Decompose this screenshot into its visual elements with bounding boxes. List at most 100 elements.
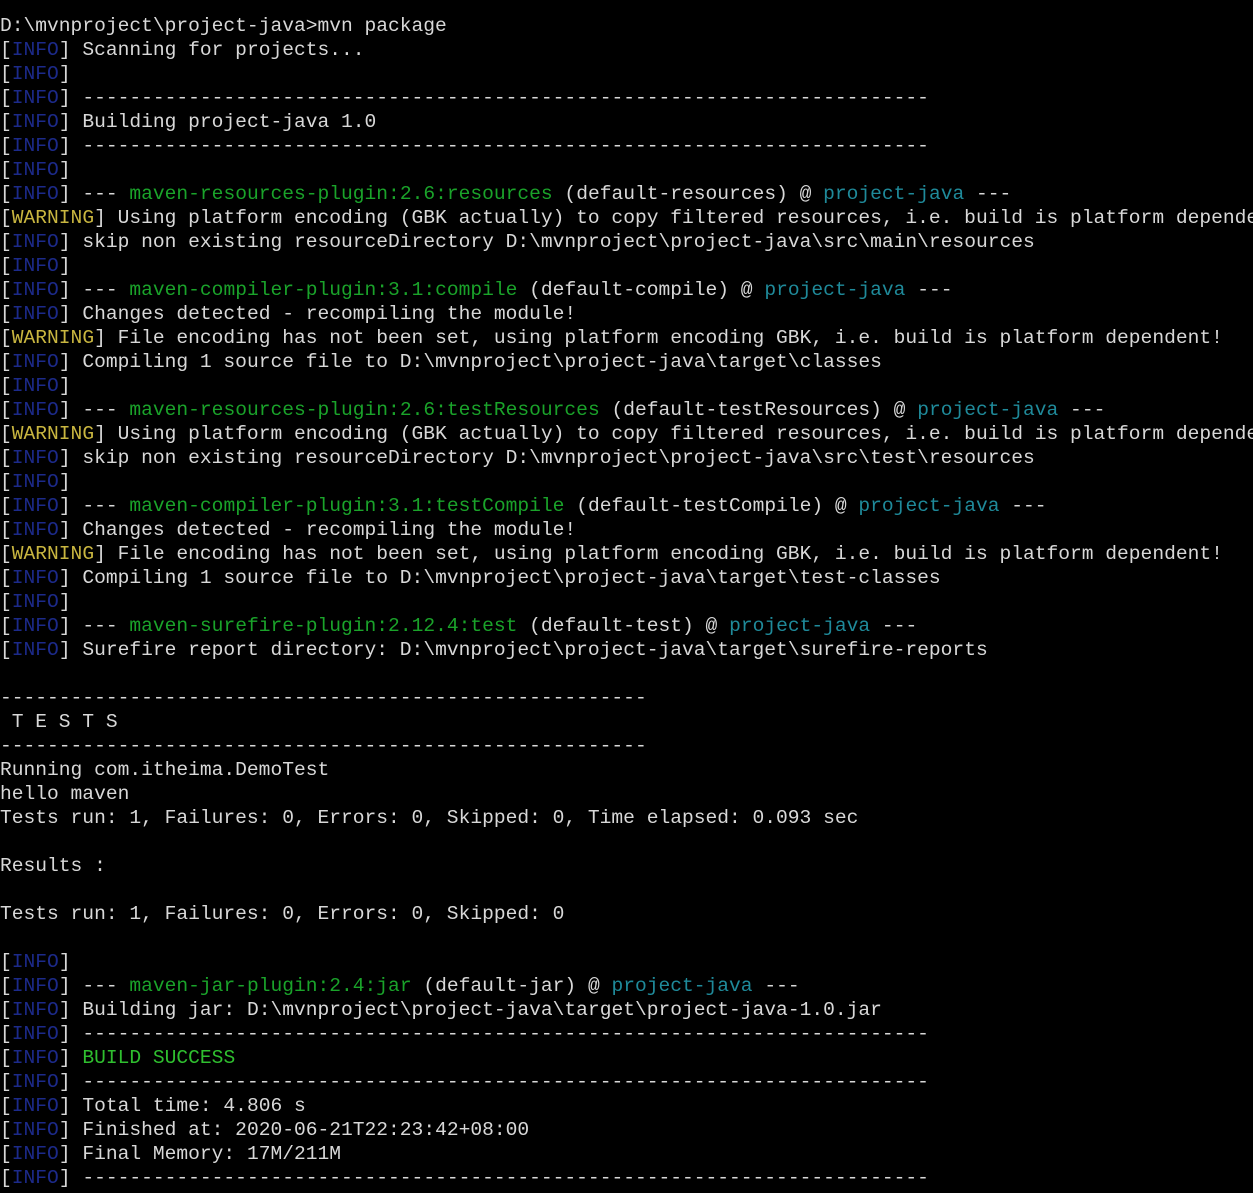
line-text: [ (0, 615, 12, 637)
line-text: [ (0, 159, 12, 181)
line-text: --- (1058, 399, 1106, 421)
line-text: ----------------------------------------… (0, 687, 647, 709)
terminal-line: [INFO] ---------------------------------… (0, 134, 1253, 158)
line-text: [ (0, 951, 12, 973)
line-text: ] (58, 255, 71, 277)
log-level-info: INFO (11, 447, 59, 469)
terminal-line: [INFO] --- maven-compiler-plugin:3.1:com… (0, 278, 1253, 302)
line-text: ] --------------------------------------… (58, 1023, 929, 1045)
terminal-line: [INFO] Finished at: 2020-06-21T22:23:42+… (0, 1118, 1253, 1142)
line-text: (default-resources) @ (552, 183, 824, 205)
plugin-name: maven-surefire-plugin:2.12.4:test (129, 615, 518, 637)
line-text: ] Building project-java 1.0 (58, 111, 377, 133)
terminal-line: [INFO] (0, 158, 1253, 182)
line-text: ] (58, 951, 71, 973)
terminal-output[interactable]: D:\mvnproject\project-java>mvn package [I… (0, 0, 1253, 1193)
log-level-info: INFO (11, 1143, 59, 1165)
log-level-warning: WARNING (11, 327, 95, 349)
log-level-info: INFO (11, 1119, 59, 1141)
plugin-name: maven-compiler-plugin:3.1:compile (129, 279, 518, 301)
log-level-info: INFO (11, 279, 59, 301)
terminal-line: [INFO] ---------------------------------… (0, 1166, 1253, 1190)
line-text: [ (0, 975, 12, 997)
line-text: ] --- (58, 495, 130, 517)
line-text: ] Scanning for projects... (58, 39, 365, 61)
line-text: ] Compiling 1 source file to D:\mvnproje… (58, 567, 941, 589)
terminal-line: ----------------------------------------… (0, 686, 1253, 710)
line-text: ] Building jar: D:\mvnproject\project-ja… (58, 999, 882, 1021)
line-text: [ (0, 135, 12, 157)
line-text: [ (0, 495, 12, 517)
line-text: ] Compiling 1 source file to D:\mvnproje… (58, 351, 882, 373)
log-level-info: INFO (11, 639, 59, 661)
terminal-line: [INFO] Building jar: D:\mvnproject\proje… (0, 998, 1253, 1022)
terminal-line: Running com.itheima.DemoTest (0, 758, 1253, 782)
terminal-line: [WARNING] File encoding has not been set… (0, 326, 1253, 350)
line-text: (default-jar) @ (411, 975, 612, 997)
terminal-line: D:\mvnproject\project-java>mvn package (0, 14, 1253, 38)
line-text: ] Final Memory: 17M/211M (58, 1143, 342, 1165)
terminal-line: [INFO] Compiling 1 source file to D:\mvn… (0, 350, 1253, 374)
terminal-line: [INFO] ---------------------------------… (0, 1022, 1253, 1046)
log-level-info: INFO (11, 255, 59, 277)
log-level-warning: WARNING (11, 423, 95, 445)
log-level-info: INFO (11, 159, 59, 181)
line-text: [ (0, 351, 12, 373)
log-level-info: INFO (11, 951, 59, 973)
plugin-name: maven-jar-plugin:2.4:jar (129, 975, 412, 997)
line-text: ] --------------------------------------… (58, 1167, 929, 1189)
line-text: ] --- (58, 183, 130, 205)
project-name: project-java (611, 975, 753, 997)
log-level-info: INFO (11, 999, 59, 1021)
line-text: ] Using platform encoding (GBK actually)… (94, 207, 1253, 229)
line-text: [ (0, 447, 12, 469)
log-level-info: INFO (11, 303, 59, 325)
terminal-line: ----------------------------------------… (0, 734, 1253, 758)
line-text: --- (905, 279, 953, 301)
terminal-line: [INFO] Final Memory: 17M/211M (0, 1142, 1253, 1166)
line-text: [ (0, 327, 12, 349)
line-text: (default-testCompile) @ (564, 495, 859, 517)
line-text: (default-compile) @ (517, 279, 765, 301)
line-text: [ (0, 471, 12, 493)
terminal-line: [INFO] (0, 374, 1253, 398)
line-text: [ (0, 1167, 12, 1189)
log-level-info: INFO (11, 111, 59, 133)
terminal-line: [INFO] (0, 62, 1253, 86)
project-name: project-java (729, 615, 871, 637)
terminal-line: hello maven (0, 782, 1253, 806)
line-text: ] (58, 471, 71, 493)
line-text: Tests run: 1, Failures: 0, Errors: 0, Sk… (0, 807, 859, 829)
line-text: ] Using platform encoding (GBK actually)… (94, 423, 1253, 445)
plugin-name: maven-resources-plugin:2.6:resources (129, 183, 553, 205)
log-level-info: INFO (11, 1047, 59, 1069)
line-text: --- (870, 615, 918, 637)
line-text: ] --- (58, 975, 130, 997)
line-text: ] (58, 63, 71, 85)
terminal-line: T E S T S (0, 710, 1253, 734)
log-level-warning: WARNING (11, 207, 95, 229)
line-text: [ (0, 423, 12, 445)
log-level-info: INFO (11, 231, 59, 253)
line-text: ] Total time: 4.806 s (58, 1095, 306, 1117)
line-text: ] Changes detected - recompiling the mod… (58, 303, 577, 325)
line-text: hello maven (0, 783, 130, 805)
line-text: [ (0, 1071, 12, 1093)
line-text: ] Finished at: 2020-06-21T22:23:42+08:00 (58, 1119, 530, 1141)
line-text: --- (752, 975, 800, 997)
line-text: Tests run: 1, Failures: 0, Errors: 0, Sk… (0, 903, 565, 925)
line-text: [ (0, 303, 12, 325)
log-level-info: INFO (11, 567, 59, 589)
line-text: D:\mvnproject\project-java>mvn package (0, 15, 447, 37)
line-text: ] --- (58, 399, 130, 421)
terminal-line: [INFO] Building project-java 1.0 (0, 110, 1253, 134)
log-level-info: INFO (11, 1023, 59, 1045)
terminal-line: [INFO] (0, 470, 1253, 494)
log-level-info: INFO (11, 615, 59, 637)
line-text: [ (0, 1047, 12, 1069)
line-text: ] (58, 375, 71, 397)
line-text: [ (0, 39, 12, 61)
